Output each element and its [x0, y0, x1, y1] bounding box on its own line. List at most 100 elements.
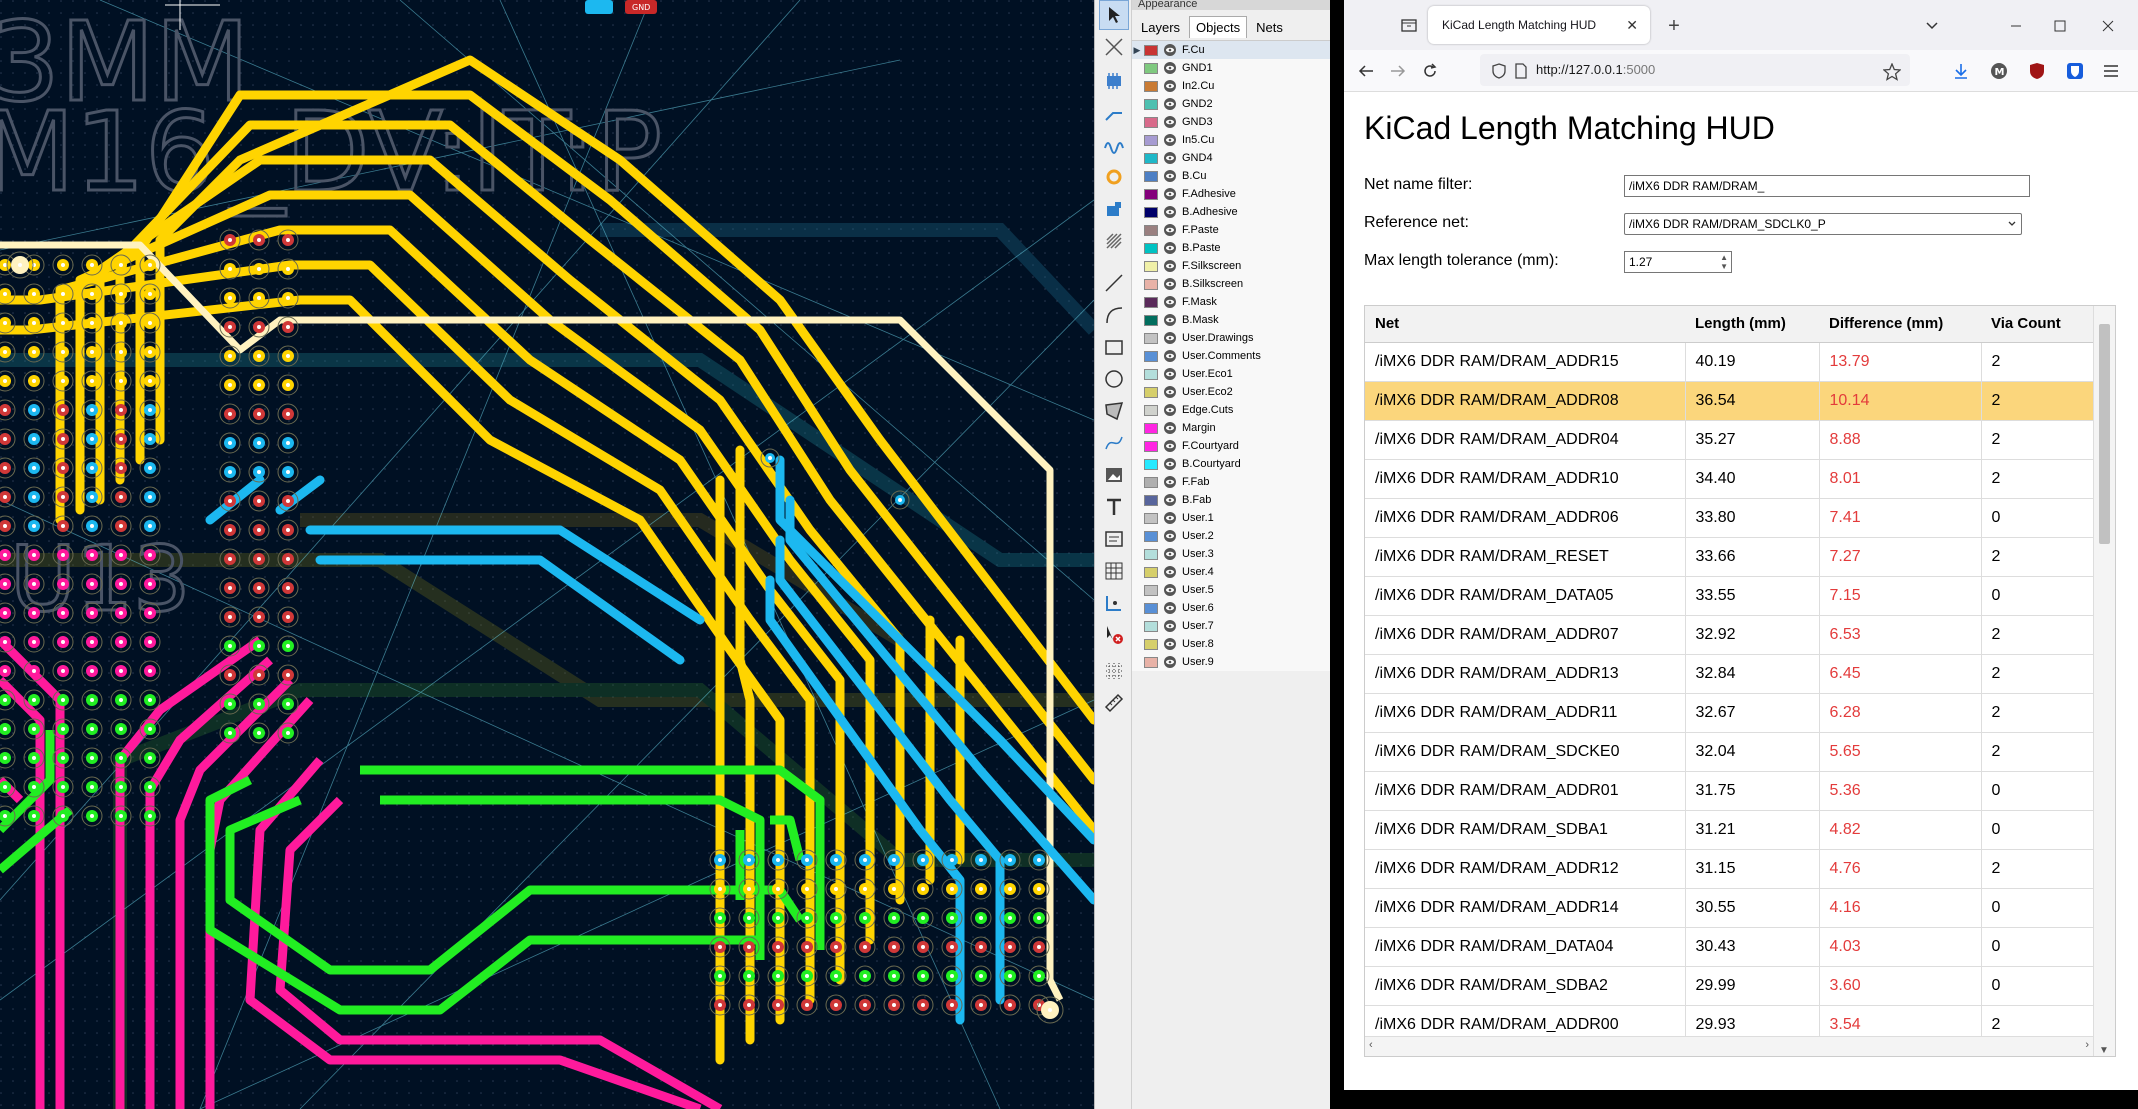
layer-row[interactable]: User.Eco1: [1132, 365, 1330, 383]
add-textbox-icon[interactable]: [1099, 524, 1129, 554]
table-row[interactable]: /iMX6 DDR RAM/DRAM_ADDR04 35.27 8.88 2: [1365, 420, 2094, 460]
footprint-icon[interactable]: [1099, 66, 1129, 96]
visibility-eye-icon[interactable]: [1163, 421, 1177, 435]
visibility-eye-icon[interactable]: [1163, 493, 1177, 507]
visibility-eye-icon[interactable]: [1163, 583, 1177, 597]
visibility-eye-icon[interactable]: [1163, 457, 1177, 471]
layer-color-swatch[interactable]: [1144, 368, 1158, 380]
draw-bezier-icon[interactable]: [1099, 428, 1129, 458]
layer-row[interactable]: F.Fab: [1132, 473, 1330, 491]
vertical-scrollbar[interactable]: ▼: [2093, 306, 2115, 1056]
table-row[interactable]: /iMX6 DDR RAM/DRAM_ADDR14 30.55 4.16 0: [1365, 888, 2094, 928]
visibility-eye-icon[interactable]: [1163, 655, 1177, 669]
pcb-board-view[interactable]: 3MM M16 _DV:IT:P U13 GND: [0, 0, 1094, 1109]
layer-color-swatch[interactable]: [1144, 476, 1158, 488]
visibility-eye-icon[interactable]: [1163, 169, 1177, 183]
scroll-left-icon[interactable]: ‹: [1369, 1039, 1373, 1051]
table-row[interactable]: /iMX6 DDR RAM/DRAM_ADDR06 33.80 7.41 0: [1365, 498, 2094, 538]
layer-color-swatch[interactable]: [1144, 98, 1158, 110]
layer-color-swatch[interactable]: [1144, 404, 1158, 416]
table-row[interactable]: /iMX6 DDR RAM/DRAM_DATA05 33.55 7.15 0: [1365, 576, 2094, 616]
layer-row[interactable]: User.2: [1132, 527, 1330, 545]
pad-blue[interactable]: [585, 0, 613, 14]
layer-color-swatch[interactable]: [1144, 62, 1158, 74]
layer-row[interactable]: In5.Cu: [1132, 131, 1330, 149]
table-row[interactable]: /iMX6 DDR RAM/DRAM_ADDR01 31.75 5.36 0: [1365, 771, 2094, 811]
layer-row[interactable]: User.9: [1132, 653, 1330, 671]
visibility-eye-icon[interactable]: [1163, 97, 1177, 111]
layer-row[interactable]: B.Paste: [1132, 239, 1330, 257]
visibility-eye-icon[interactable]: [1163, 637, 1177, 651]
table-row[interactable]: /iMX6 DDR RAM/DRAM_ADDR08 36.54 10.14 2: [1365, 381, 2094, 421]
minimize-icon[interactable]: [2004, 14, 2028, 38]
layer-row[interactable]: User.Eco2: [1132, 383, 1330, 401]
layer-color-swatch[interactable]: [1144, 314, 1158, 326]
visibility-eye-icon[interactable]: [1163, 205, 1177, 219]
visibility-eye-icon[interactable]: [1163, 349, 1177, 363]
add-via-icon[interactable]: [1099, 162, 1129, 192]
layer-color-swatch[interactable]: [1144, 458, 1158, 470]
visibility-eye-icon[interactable]: [1163, 367, 1177, 381]
visibility-eye-icon[interactable]: [1163, 187, 1177, 201]
layer-color-swatch[interactable]: [1144, 440, 1158, 452]
visibility-eye-icon[interactable]: [1163, 313, 1177, 327]
layer-row[interactable]: B.Mask: [1132, 311, 1330, 329]
delete-tool-icon[interactable]: [1099, 620, 1129, 650]
layer-color-swatch[interactable]: [1144, 278, 1158, 290]
add-text-icon[interactable]: [1099, 492, 1129, 522]
table-row[interactable]: /iMX6 DDR RAM/DRAM_DATA04 30.43 4.03 0: [1365, 927, 2094, 967]
visibility-eye-icon[interactable]: [1163, 43, 1177, 57]
layer-color-swatch[interactable]: [1144, 80, 1158, 92]
column-header-net[interactable]: Net: [1365, 306, 1685, 343]
shield-icon[interactable]: [1490, 62, 1508, 80]
visibility-eye-icon[interactable]: [1163, 565, 1177, 579]
layer-row[interactable]: F.Silkscreen: [1132, 257, 1330, 275]
scroll-down-icon[interactable]: ▼: [2099, 1045, 2109, 1056]
maximize-icon[interactable]: [2048, 14, 2072, 38]
layer-color-swatch[interactable]: [1144, 296, 1158, 308]
layer-color-swatch[interactable]: [1144, 44, 1158, 56]
tab-layers[interactable]: Layers: [1134, 16, 1187, 38]
layer-row[interactable]: User.Comments: [1132, 347, 1330, 365]
visibility-eye-icon[interactable]: [1163, 61, 1177, 75]
tolerance-input[interactable]: 1.27 ▲ ▼: [1624, 251, 1732, 273]
table-row[interactable]: /iMX6 DDR RAM/DRAM_ADDR13 32.84 6.45 2: [1365, 654, 2094, 694]
local-ratsnest-icon[interactable]: [1099, 32, 1129, 62]
visibility-eye-icon[interactable]: [1163, 277, 1177, 291]
table-row[interactable]: /iMX6 DDR RAM/DRAM_ADDR15 40.19 13.79 2: [1365, 342, 2094, 382]
layer-color-swatch[interactable]: [1144, 530, 1158, 542]
vertical-scroll-thumb[interactable]: [2099, 324, 2110, 544]
visibility-eye-icon[interactable]: [1163, 403, 1177, 417]
close-window-icon[interactable]: [2096, 14, 2120, 38]
visibility-eye-icon[interactable]: [1163, 475, 1177, 489]
visibility-eye-icon[interactable]: [1163, 151, 1177, 165]
layer-row[interactable]: User.1: [1132, 509, 1330, 527]
layer-row[interactable]: B.Courtyard: [1132, 455, 1330, 473]
select-tool-icon[interactable]: [1099, 0, 1129, 30]
layer-row[interactable]: User.3: [1132, 545, 1330, 563]
layer-color-swatch[interactable]: [1144, 332, 1158, 344]
table-row[interactable]: /iMX6 DDR RAM/DRAM_SDBA2 29.99 3.60 0: [1365, 966, 2094, 1006]
draw-rectangle-icon[interactable]: [1099, 332, 1129, 362]
rule-area-icon[interactable]: [1099, 226, 1129, 256]
layer-row[interactable]: Edge.Cuts: [1132, 401, 1330, 419]
layer-color-swatch[interactable]: [1144, 620, 1158, 632]
route-track-icon[interactable]: [1099, 98, 1129, 128]
visibility-eye-icon[interactable]: [1163, 295, 1177, 309]
table-row[interactable]: /iMX6 DDR RAM/DRAM_SDBA1 31.21 4.82 0: [1365, 810, 2094, 850]
table-row[interactable]: /iMX6 DDR RAM/DRAM_ADDR10 34.40 8.01 2: [1365, 459, 2094, 499]
add-image-icon[interactable]: [1099, 460, 1129, 490]
layer-row[interactable]: F.Courtyard: [1132, 437, 1330, 455]
spinner-arrows-icon[interactable]: ▲ ▼: [1720, 253, 1728, 271]
column-header-length[interactable]: Length (mm): [1685, 306, 1819, 343]
reload-icon[interactable]: [1418, 59, 1442, 83]
layer-color-swatch[interactable]: [1144, 386, 1158, 398]
layer-row[interactable]: ▶ F.Cu: [1132, 41, 1330, 59]
layer-color-swatch[interactable]: [1144, 188, 1158, 200]
layer-color-swatch[interactable]: [1144, 512, 1158, 524]
layer-color-swatch[interactable]: [1144, 224, 1158, 236]
visibility-eye-icon[interactable]: [1163, 115, 1177, 129]
layer-color-swatch[interactable]: [1144, 494, 1158, 506]
add-zone-icon[interactable]: [1099, 194, 1129, 224]
visibility-eye-icon[interactable]: [1163, 133, 1177, 147]
